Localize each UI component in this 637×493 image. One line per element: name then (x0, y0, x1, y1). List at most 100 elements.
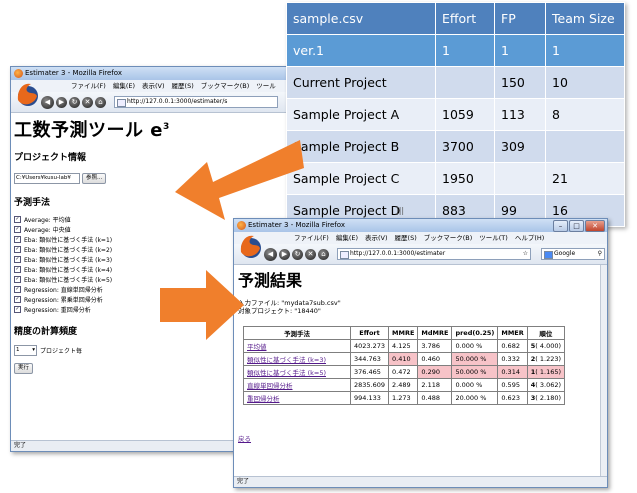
back-button[interactable]: ◀ (41, 95, 54, 109)
csv-cell: 10 (545, 66, 625, 99)
page-favicon-icon (117, 99, 126, 107)
pred-cell: 50.000 % (451, 352, 499, 366)
menu-bookmarks[interactable]: ブックマーク(B) (201, 80, 250, 92)
google-icon (544, 251, 553, 259)
menu-file[interactable]: ファイル(F) (294, 232, 329, 244)
csv-cell: Sample Project A (286, 98, 436, 131)
checkbox-checked-icon[interactable]: ✓ (14, 225, 21, 233)
rank-value: ( 3.062) (535, 381, 562, 389)
method-label: Eba: 類似性に基づく手法 (k=5) (24, 276, 113, 284)
reload-button[interactable]: ↻ (69, 96, 80, 108)
csv-cell (545, 130, 625, 163)
file-path-input[interactable]: C:¥Users¥kusu-lab¥ (14, 172, 80, 184)
window-title: Estimater 3 - Mozilla Firefox (25, 69, 122, 77)
window-titlebar[interactable]: Estimater 3 - Mozilla Firefox (11, 67, 319, 80)
checkbox-checked-icon[interactable]: ✓ (14, 265, 21, 273)
frequency-select[interactable]: 1 ▾ (14, 344, 37, 356)
home-button[interactable]: ⌂ (318, 248, 329, 260)
menu-help[interactable]: ヘルプ(H) (515, 232, 544, 244)
checkbox-checked-icon[interactable]: ✓ (14, 275, 21, 283)
menu-view[interactable]: 表示(V) (365, 232, 388, 244)
mmer-cell: 0.314 (497, 365, 528, 379)
search-icon[interactable]: ⚲ (598, 249, 602, 259)
maximize-button[interactable]: □ (569, 220, 584, 232)
method-link[interactable]: 重回帰分析 (247, 395, 280, 403)
mmer-cell: 0.682 (497, 339, 528, 353)
menu-edit[interactable]: 編集(E) (336, 232, 358, 244)
checkbox-checked-icon[interactable]: ✓ (14, 215, 21, 223)
reload-button[interactable]: ↻ (292, 248, 303, 260)
table-row: 直線単回帰分析 2835.609 2.489 2.118 0.000 % 0.5… (243, 378, 566, 392)
forward-button[interactable]: ▶ (279, 248, 290, 260)
method-label: Regression: 直線単回帰分析 (24, 286, 103, 294)
browse-button[interactable]: 参照... (82, 172, 107, 184)
menu-view[interactable]: 表示(V) (142, 80, 165, 92)
checkbox-checked-icon[interactable]: ✓ (14, 235, 21, 243)
checkbox-checked-icon[interactable]: ✓ (14, 295, 21, 303)
method-link[interactable]: 平均値 (247, 343, 267, 351)
csv-cell: 1059 (435, 98, 495, 131)
search-input[interactable]: Google ⚲ (541, 248, 605, 260)
stop-button[interactable]: ✕ (82, 96, 93, 108)
mmre-cell: 4.125 (388, 339, 419, 353)
menu-history[interactable]: 履歴(S) (395, 232, 417, 244)
chevron-down-icon: ▾ (32, 346, 35, 353)
rank-value: ( 1.165) (535, 368, 562, 376)
frequency-suffix: プロジェクト毎 (40, 347, 83, 355)
mmre-cell: 0.410 (388, 352, 419, 366)
column-header: MdMRE (417, 326, 453, 340)
menu-edit[interactable]: 編集(E) (113, 80, 135, 92)
url-input[interactable]: http://127.0.0.1:3000/estimater/s (114, 96, 278, 108)
stop-button[interactable]: ✕ (305, 248, 316, 260)
csv-cell: 309 (494, 130, 546, 163)
csv-row: Sample Project B 3700 309 (286, 130, 625, 163)
csv-cell: Current Project (286, 66, 436, 99)
method-link[interactable]: 類似性に基づく手法 (k=5) (247, 369, 326, 377)
csv-cell: 1 (435, 34, 495, 67)
navigation-toolbar: ◀ ▶ ↻ ✕ ⌂ http://127.0.0.1:3000/estimate… (11, 83, 319, 113)
back-button[interactable]: ◀ (264, 247, 277, 261)
method-label: Eba: 類似性に基づく手法 (k=3) (24, 256, 113, 264)
run-button[interactable]: 実行 (14, 362, 34, 374)
table-row: 平均値 4023.273 4.125 3.786 0.000 % 0.682 5… (243, 339, 566, 353)
back-link[interactable]: 戻る (238, 435, 251, 443)
vertical-scrollbar[interactable] (600, 265, 607, 477)
bookmark-star-icon[interactable]: ☆ (523, 249, 528, 259)
input-file-line: 入力ファイル: "mydata7sub.csv" (238, 299, 341, 307)
menu-tools[interactable]: ツール (256, 80, 276, 92)
checkbox-checked-icon[interactable]: ✓ (14, 305, 21, 313)
csv-cell: 21 (545, 162, 625, 195)
pred-cell: 0.000 % (451, 378, 499, 392)
checkbox-checked-icon[interactable]: ✓ (14, 285, 21, 293)
result-title: 予測結果 (238, 271, 303, 290)
menu-tools[interactable]: ツール(T) (479, 232, 508, 244)
column-header: MMER (497, 326, 528, 340)
method-link[interactable]: 類似性に基づく手法 (k=3) (247, 356, 326, 364)
search-engine-label: Google (554, 250, 576, 257)
menu-file[interactable]: ファイル(F) (71, 80, 106, 92)
home-button[interactable]: ⌂ (95, 96, 106, 108)
table-row: 類似性に基づく手法 (k=3) 344.763 0.410 0.460 50.0… (243, 352, 566, 366)
page-title: 工数予測ツール e3 (14, 116, 319, 142)
pred-cell: 20.000 % (451, 391, 499, 405)
rank-value: ( 2.180) (535, 394, 562, 402)
column-header: 順位 (526, 326, 566, 340)
url-text: http://127.0.0.1:3000/estimater/s (127, 98, 228, 105)
method-link[interactable]: 直線単回帰分析 (247, 382, 293, 390)
url-input[interactable]: http://127.0.0.1:3000/estimater ☆ (337, 248, 531, 260)
csv-cell (494, 162, 546, 195)
csv-cell: 113 (494, 98, 546, 131)
table-row: 重回帰分析 994.133 1.273 0.488 20.000 % 0.623… (243, 391, 566, 405)
menu-bookmarks[interactable]: ブックマーク(B) (424, 232, 473, 244)
rank-cell: 4( 3.062) (526, 378, 566, 392)
checkbox-checked-icon[interactable]: ✓ (14, 245, 21, 253)
method-label: Regression: 累乗単回帰分析 (24, 296, 103, 304)
forward-button[interactable]: ▶ (56, 96, 67, 108)
menu-history[interactable]: 履歴(S) (172, 80, 194, 92)
mdmre-cell: 0.290 (417, 365, 453, 379)
effort-cell: 376.465 (349, 365, 390, 379)
close-button[interactable]: ✕ (585, 220, 605, 232)
checkbox-checked-icon[interactable]: ✓ (14, 255, 21, 263)
minimize-button[interactable]: – (553, 220, 568, 232)
effort-cell: 4023.273 (349, 339, 390, 353)
